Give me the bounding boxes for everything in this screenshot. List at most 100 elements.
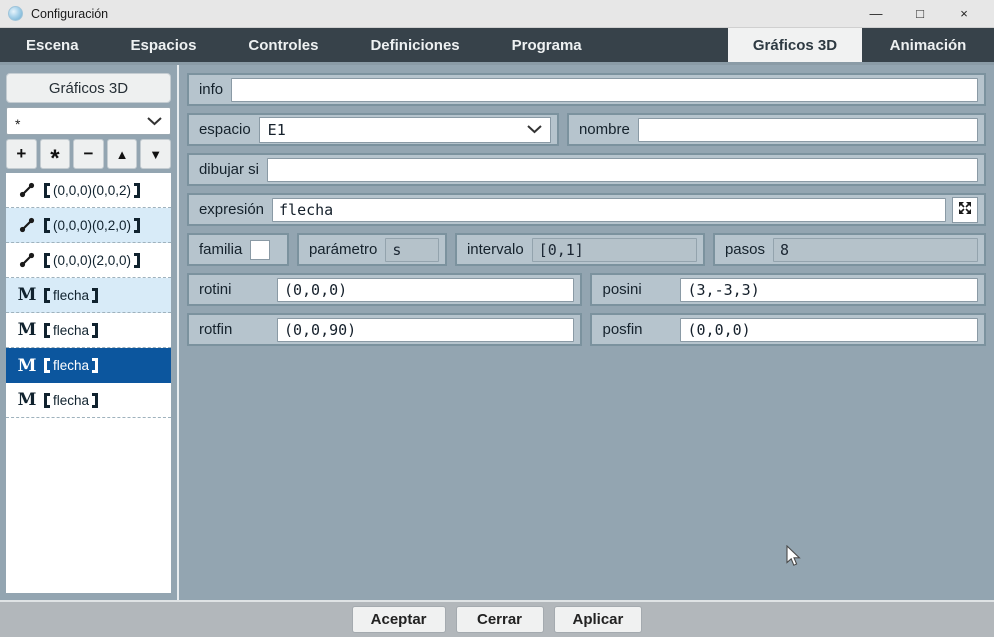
dibujar-si-input[interactable] [267, 158, 978, 182]
bracket-close [134, 218, 140, 233]
bracket-open [44, 218, 50, 233]
minimize-button[interactable]: — [854, 1, 898, 27]
chevron-down-icon [147, 117, 162, 126]
move-up-button[interactable]: ▲ [107, 139, 138, 169]
list-item-macro-2[interactable]: M flecha [6, 313, 171, 348]
expresion-label: expresión [199, 201, 264, 218]
app-icon [8, 6, 23, 21]
bracket-close [92, 393, 98, 408]
title-bar: Configuración — □ × [0, 0, 994, 28]
bracket-open [44, 323, 50, 338]
filter-select[interactable]: * [6, 107, 171, 135]
bracket-open [44, 393, 50, 408]
move-down-button[interactable]: ▼ [140, 139, 171, 169]
chevron-down-icon [527, 125, 542, 134]
expresion-input[interactable] [272, 198, 946, 222]
remove-item-button[interactable]: − [73, 139, 104, 169]
aceptar-button[interactable]: Aceptar [352, 606, 446, 633]
bracket-close [134, 183, 140, 198]
rotfin-input[interactable] [277, 318, 575, 342]
list-item-segment-2[interactable]: (0,0,0)(0,2,0) [6, 208, 171, 243]
espacio-group: espacio E1 [187, 113, 559, 146]
macro-m-icon: M [16, 320, 38, 340]
rotfin-group: rotfin [187, 313, 583, 346]
bracket-close [92, 288, 98, 303]
tab-animacion[interactable]: Animación [862, 28, 994, 62]
rotini-input[interactable] [277, 278, 575, 302]
pasos-label: pasos [725, 241, 765, 258]
list-item-macro-4[interactable]: M flecha [6, 383, 171, 418]
macro-m-icon: M [16, 285, 38, 305]
panel-header: Gráficos 3D [6, 73, 171, 103]
close-button[interactable]: × [942, 1, 986, 27]
configuration-window: Configuración — □ × Escena Espacios Cont… [0, 0, 994, 637]
familia-label: familia [199, 241, 242, 258]
pasos-group: pasos [713, 233, 986, 266]
posini-label: posini [602, 281, 672, 298]
cerrar-button[interactable]: Cerrar [456, 606, 544, 633]
bracket-close [92, 323, 98, 338]
parametro-label: parámetro [309, 241, 377, 258]
content-area: Gráficos 3D * + * − ▲ ▼ (0 [0, 62, 994, 600]
maximize-button[interactable]: □ [898, 1, 942, 27]
espacio-select[interactable]: E1 [259, 117, 551, 143]
expresion-group: expresión [187, 193, 986, 226]
dibujar-si-label: dibujar si [199, 161, 259, 178]
espacio-label: espacio [199, 121, 251, 138]
bracket-open [44, 358, 50, 373]
tab-programa[interactable]: Programa [486, 28, 608, 62]
tab-definiciones[interactable]: Definiciones [344, 28, 485, 62]
dibujar-si-group: dibujar si [187, 153, 986, 186]
list-toolbar: + * − ▲ ▼ [6, 139, 171, 169]
properties-panel: info espacio E1 nombre [179, 65, 994, 600]
tab-bar: Escena Espacios Controles Definiciones P… [0, 28, 994, 62]
list-item-segment-1[interactable]: (0,0,0)(0,0,2) [6, 173, 171, 208]
filter-select-value: * [15, 119, 20, 129]
graphics-list: (0,0,0)(0,0,2) (0,0,0)(0,2,0) (0,0,0)(2,… [6, 173, 171, 593]
tab-controles[interactable]: Controles [222, 28, 344, 62]
familia-checkbox[interactable] [250, 240, 270, 260]
rotini-label: rotini [199, 281, 269, 298]
list-item-macro-3-selected[interactable]: M flecha [6, 348, 171, 383]
bracket-open [44, 288, 50, 303]
info-input[interactable] [231, 78, 978, 102]
info-group: info [187, 73, 986, 106]
rotini-group: rotini [187, 273, 583, 306]
parametro-group: parámetro [297, 233, 447, 266]
expand-arrows-icon [957, 200, 973, 219]
bracket-close [92, 358, 98, 373]
parametro-input [385, 238, 439, 262]
nombre-group: nombre [567, 113, 986, 146]
tab-escena[interactable]: Escena [0, 28, 105, 62]
nombre-label: nombre [579, 121, 630, 138]
tab-espacios[interactable]: Espacios [105, 28, 223, 62]
bracket-open [44, 253, 50, 268]
list-item-segment-3[interactable]: (0,0,0)(2,0,0) [6, 243, 171, 278]
intervalo-label: intervalo [467, 241, 524, 258]
pasos-input [773, 238, 978, 262]
expand-editor-button[interactable] [952, 197, 978, 223]
graphics-3d-panel: Gráficos 3D * + * − ▲ ▼ (0 [0, 65, 179, 600]
nombre-input[interactable] [638, 118, 978, 142]
window-title: Configuración [31, 7, 108, 21]
duplicate-item-button[interactable]: * [40, 139, 71, 169]
tab-spacer [608, 28, 728, 62]
posini-input[interactable] [680, 278, 978, 302]
posini-group: posini [590, 273, 986, 306]
segment-icon [16, 181, 38, 199]
intervalo-group: intervalo [455, 233, 705, 266]
rotfin-label: rotfin [199, 321, 269, 338]
posfin-group: posfin [590, 313, 986, 346]
macro-m-icon: M [16, 390, 38, 410]
segment-icon [16, 216, 38, 234]
tab-graficos-3d[interactable]: Gráficos 3D [728, 28, 862, 62]
espacio-select-value: E1 [268, 121, 286, 139]
list-item-macro-1[interactable]: M flecha [6, 278, 171, 313]
window-controls: — □ × [854, 1, 986, 27]
add-item-button[interactable]: + [6, 139, 37, 169]
bracket-open [44, 183, 50, 198]
intervalo-input [532, 238, 697, 262]
posfin-input[interactable] [680, 318, 978, 342]
aplicar-button[interactable]: Aplicar [554, 606, 643, 633]
posfin-label: posfin [602, 321, 672, 338]
